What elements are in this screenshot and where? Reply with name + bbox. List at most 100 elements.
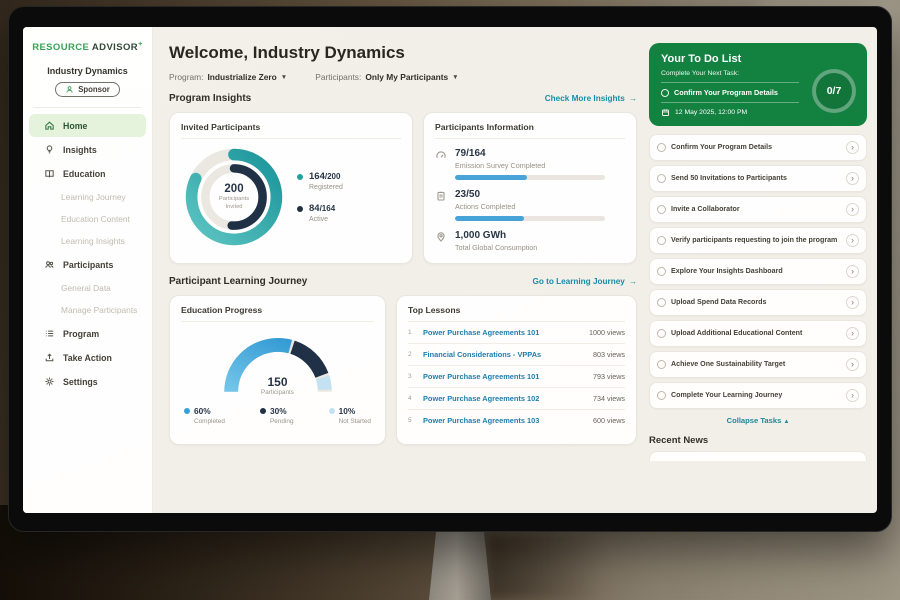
sidebar-nav: Home Insights Education Learning Journey… [23,114,152,393]
donut-center-value: 200 [224,183,243,195]
checkbox-icon[interactable] [657,174,666,183]
lesson-link[interactable]: Power Purchase Agreements 103 [423,416,587,425]
go-to-learning-journey-link[interactable]: Go to Learning Journey → [532,277,637,286]
legend-value: 84 [309,203,320,214]
sidebar-item-take-action[interactable]: Take Action [29,346,146,369]
lesson-link[interactable]: Power Purchase Agreements 101 [423,328,583,337]
chevron-right-icon[interactable]: › [846,389,859,402]
brand-advisor: ADVISOR [92,42,138,53]
checkbox-icon[interactable] [657,205,666,214]
task-item[interactable]: Complete Your Learning Journey › [649,382,867,409]
task-item[interactable]: Confirm Your Program Details › [649,134,867,161]
monitor-stand-shadow [486,534,606,600]
sidebar-item-program[interactable]: Program [29,322,146,345]
lesson-link[interactable]: Power Purchase Agreements 102 [423,394,587,403]
task-item[interactable]: Achieve One Sustainability Target › [649,351,867,378]
chevron-right-icon[interactable]: › [846,234,859,247]
stat-actions-completed: 23/50 Actions Completed [435,189,625,221]
meter-icon [435,149,447,180]
lesson-views: 1000 views [589,328,625,337]
chevron-right-icon[interactable]: › [846,141,859,154]
program-filter-dropdown[interactable]: Program: Industrialize Zero ▼ [169,72,287,82]
checkbox-icon[interactable] [661,89,669,97]
card-title: Top Lessons [408,305,625,322]
gauge-center-label: Participants [214,389,342,396]
sidebar-item-participants[interactable]: Participants [29,253,146,276]
chevron-up-icon: ▲ [783,419,789,425]
learning-journey-cards: Education Progress [169,295,637,445]
legend-total: /164 [320,204,336,213]
section-title: Program Insights [169,93,251,104]
home-icon [44,120,55,131]
sidebar-item-label: Take Action [63,353,112,363]
participants-information-card: Participants Information 79/164 Emission… [423,112,637,264]
lesson-link[interactable]: Power Purchase Agreements 101 [423,372,587,381]
sidebar-item-label: Education [63,169,106,179]
next-task-due: 12 May 2025, 12:00 PM [661,102,799,117]
task-item[interactable]: Upload Additional Educational Content › [649,320,867,347]
task-item[interactable]: Invite a Collaborator › [649,196,867,223]
chevron-right-icon[interactable]: › [846,358,859,371]
list-icon [44,328,55,339]
collapse-tasks-link[interactable]: Collapse Tasks ▲ [649,416,867,425]
todo-subtitle: Complete Your Next Task: [661,70,799,77]
sidebar-item-education-content[interactable]: Education Content [23,208,152,230]
checkbox-icon[interactable] [657,329,666,338]
recent-news-card-stub [649,451,867,461]
next-task-row[interactable]: Confirm Your Program Details [661,82,799,97]
sidebar-item-education[interactable]: Education [29,162,146,185]
sidebar-item-learning-insights[interactable]: Learning Insights [23,230,152,252]
sidebar-item-learning-journey[interactable]: Learning Journey [23,186,152,208]
sidebar-item-home[interactable]: Home [29,114,146,137]
gear-icon [44,376,55,387]
task-item[interactable]: Explore Your Insights Dashboard › [649,258,867,285]
education-progress-gauge-chart: 150 Participants [214,330,342,396]
checkbox-icon[interactable] [657,360,666,369]
main-content: Welcome, Industry Dynamics Program: Indu… [153,27,649,513]
task-label: Confirm Your Program Details [671,143,841,152]
chevron-right-icon[interactable]: › [846,265,859,278]
task-item[interactable]: Upload Spend Data Records › [649,289,867,316]
chevron-right-icon[interactable]: › [846,327,859,340]
progress-bar [455,216,605,221]
task-label: Upload Additional Educational Content [671,329,841,338]
sidebar-item-general-data[interactable]: General Data [23,277,152,299]
checkbox-icon[interactable] [657,236,666,245]
legend-label: Not Started [339,418,371,425]
legend-label: Completed [194,418,225,425]
checkbox-icon[interactable] [657,143,666,152]
check-more-insights-link[interactable]: Check More Insights → [545,94,637,103]
sidebar-item-label: Program [63,329,99,339]
monitor-frame: RESOURCE ADVISOR+ Industry Dynamics Spon… [8,6,892,532]
sidebar-item-settings[interactable]: Settings [29,370,146,393]
chevron-right-icon[interactable]: › [846,203,859,216]
lesson-link[interactable]: Financial Considerations - VPPAs [423,350,587,359]
task-item[interactable]: Verify participants requesting to join t… [649,227,867,254]
legend-pct: 10% [339,406,356,416]
sidebar-item-manage-participants[interactable]: Manage Participants [23,299,152,321]
checkbox-icon[interactable] [657,298,666,307]
learning-journey-header: Participant Learning Journey Go to Learn… [169,276,637,287]
lightblue-dot-icon [329,408,335,414]
link-label: Go to Learning Journey [532,277,624,286]
stat-value: 79/164 [455,148,605,159]
sponsor-badge: Sponsor [55,82,120,97]
participants-filter-value: Only My Participants [365,72,448,82]
participants-filter-dropdown[interactable]: Participants: Only My Participants ▼ [315,72,458,82]
stat-value: 1,000 GWh [455,230,537,241]
card-title: Invited Participants [181,122,401,139]
task-item[interactable]: Send 50 Invitations to Participants › [649,165,867,192]
arrow-right-icon: → [629,277,637,286]
checkbox-icon[interactable] [657,267,666,276]
sidebar-divider [33,107,142,108]
sidebar-item-label: Settings [63,377,98,387]
progress-bar [455,175,605,180]
checkbox-icon[interactable] [657,391,666,400]
navy-dot-icon [297,206,303,212]
sidebar-item-insights[interactable]: Insights [29,138,146,161]
todo-task-list: Confirm Your Program Details › Send 50 I… [649,134,867,409]
legend-active: 84/164 Active [297,203,343,223]
invited-participants-donut-chart: 200 Participants Invited [181,144,287,250]
chevron-right-icon[interactable]: › [846,296,859,309]
chevron-right-icon[interactable]: › [846,172,859,185]
